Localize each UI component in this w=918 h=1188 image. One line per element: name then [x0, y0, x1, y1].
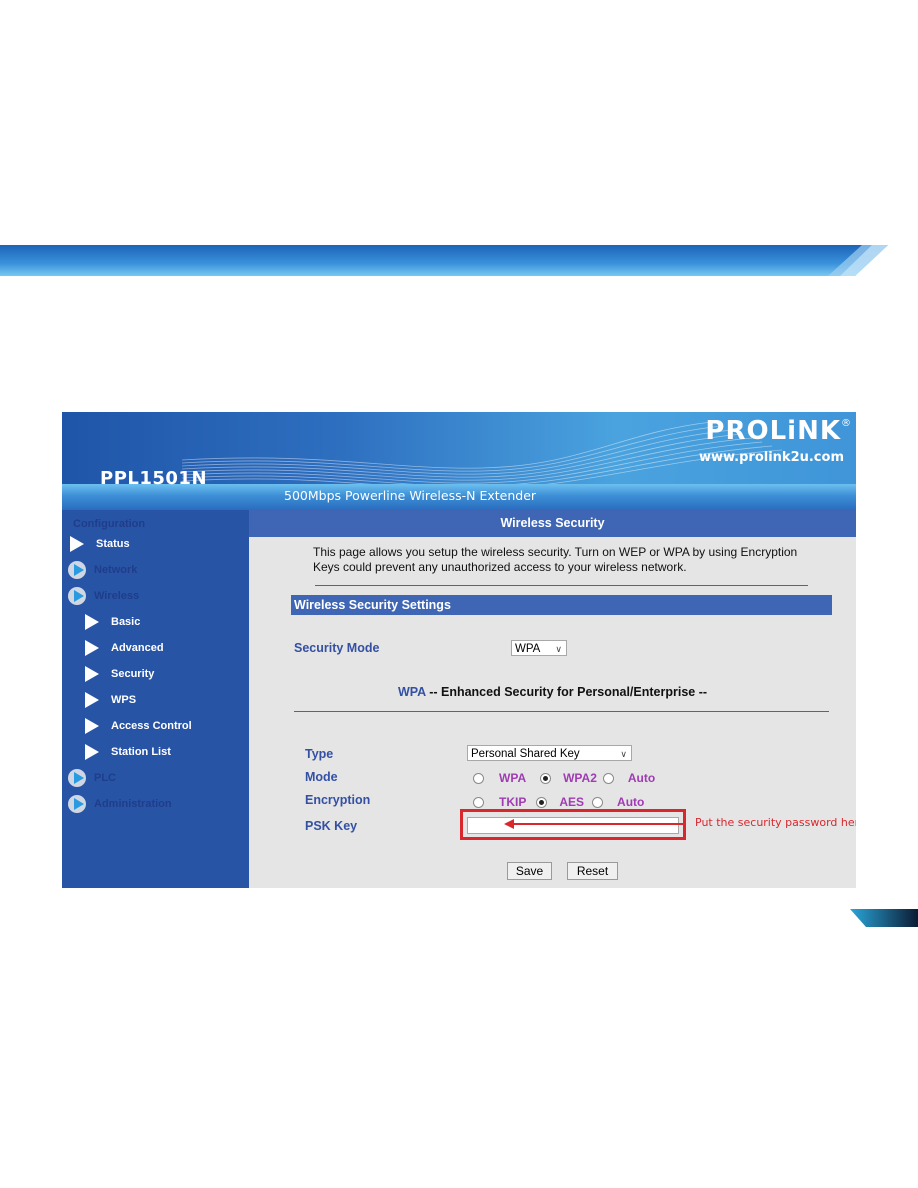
triangle-arrow-icon	[85, 640, 99, 656]
sidebar-item-security[interactable]: Security	[85, 664, 154, 684]
mode-label: Mode	[305, 770, 338, 784]
section-title: Wireless Security Settings	[291, 595, 832, 615]
sidebar-item-label: Basic	[111, 616, 141, 628]
type-label: Type	[305, 747, 334, 761]
sidebar-item-label: Advanced	[111, 642, 164, 654]
triangle-arrow-icon	[85, 744, 99, 760]
encryption-radio-group: TKIP AES Auto	[473, 795, 644, 809]
product-tagline: 500Mbps Powerline Wireless-N Extender	[284, 488, 537, 503]
encryption-label: Encryption	[305, 793, 371, 807]
mode-radio-wpa[interactable]	[473, 772, 484, 784]
encryption-option-label: TKIP	[499, 795, 527, 809]
mode-radio-group: WPA WPA2 Auto	[473, 771, 655, 785]
chevron-down-icon: ∨	[620, 749, 627, 759]
sidebar-item-label: Station List	[111, 746, 171, 758]
page-corner-tab	[850, 909, 918, 927]
sidebar-item-wireless[interactable]: Wireless	[68, 586, 139, 606]
sidebar-section-configuration: Configuration	[73, 518, 146, 530]
sidebar-item-station-list[interactable]: Station List	[85, 742, 171, 762]
circle-arrow-icon	[68, 769, 86, 787]
sidebar-item-status[interactable]: Status	[70, 534, 130, 554]
sidebar-item-label: Network	[94, 564, 138, 576]
sidebar-item-label: Access Control	[111, 720, 192, 732]
encryption-radio-auto[interactable]	[592, 796, 604, 808]
sidebar: Configuration Status Network Wireless Ba…	[62, 510, 249, 888]
circle-arrow-icon	[68, 587, 86, 605]
encryption-radio-tkip[interactable]	[473, 796, 484, 808]
reset-button[interactable]: Reset	[567, 862, 618, 880]
triangle-arrow-icon	[70, 536, 84, 552]
circle-arrow-icon	[68, 561, 86, 579]
registered-mark: ®	[841, 418, 852, 429]
divider	[294, 711, 829, 712]
save-button[interactable]: Save	[507, 862, 552, 880]
triangle-arrow-icon	[85, 692, 99, 708]
sidebar-item-label: Status	[96, 538, 130, 550]
encryption-option-label: AES	[559, 795, 585, 809]
sidebar-item-label: WPS	[111, 694, 137, 706]
page-description: This page allows you setup the wireless …	[313, 545, 798, 574]
mode-option-label: Auto	[627, 771, 656, 785]
security-mode-value: WPA	[515, 643, 541, 655]
mode-radio-wpa2[interactable]	[540, 772, 552, 784]
sidebar-item-label: Wireless	[94, 590, 140, 602]
circle-arrow-icon	[68, 795, 86, 813]
mode-radio-auto[interactable]	[602, 772, 614, 784]
top-decorative-banner	[0, 245, 888, 276]
security-mode-select[interactable]: WPA ∨	[511, 640, 567, 656]
divider	[315, 585, 808, 586]
annotation-text: Put the security password here	[695, 816, 856, 829]
subheading-text: -- Enhanced Security for Personal/Enterp…	[425, 685, 708, 699]
page-title: Wireless Security	[249, 510, 856, 537]
type-value: Personal Shared Key	[471, 748, 580, 760]
triangle-arrow-icon	[85, 666, 99, 682]
brand-url: www.prolink2u.com	[698, 450, 844, 465]
chevron-down-icon: ∨	[555, 644, 562, 654]
triangle-arrow-icon	[85, 718, 99, 734]
main-content: Wireless Security This page allows you s…	[249, 510, 856, 888]
sidebar-item-wps[interactable]: WPS	[85, 690, 136, 710]
arrow-left-icon	[504, 819, 514, 829]
sidebar-item-advanced[interactable]: Advanced	[85, 638, 164, 658]
encryption-option-label: Auto	[617, 795, 645, 809]
encryption-radio-aes[interactable]	[536, 796, 548, 808]
psk-key-label: PSK Key	[305, 819, 358, 833]
type-select[interactable]: Personal Shared Key ∨	[467, 745, 632, 761]
brand-logo: PROLiNK®	[705, 416, 852, 446]
subheading-prefix: WPA	[397, 685, 426, 699]
security-mode-label: Security Mode	[294, 641, 380, 655]
brand-name: PROLiNK	[705, 416, 841, 446]
sidebar-item-basic[interactable]: Basic	[85, 612, 140, 632]
annotation-arrow-line	[509, 823, 684, 825]
mode-option-label: WPA2	[563, 771, 597, 785]
sidebar-item-plc[interactable]: PLC	[68, 768, 116, 788]
model-name: PPL1501N	[100, 468, 208, 489]
sidebar-item-label: Security	[111, 668, 155, 680]
sidebar-item-label: PLC	[94, 772, 116, 784]
sidebar-item-label: Administration	[94, 798, 172, 810]
triangle-arrow-icon	[85, 614, 99, 630]
wpa-subheading: WPA -- Enhanced Security for Personal/En…	[249, 685, 856, 699]
mode-option-label: WPA	[499, 771, 527, 785]
sidebar-item-access-control[interactable]: Access Control	[85, 716, 192, 736]
router-header: PPL1501N 500Mbps Powerline Wireless-N Ex…	[62, 412, 856, 510]
router-admin-screenshot: PPL1501N 500Mbps Powerline Wireless-N Ex…	[62, 412, 856, 888]
sidebar-item-administration[interactable]: Administration	[68, 794, 172, 814]
sidebar-item-network[interactable]: Network	[68, 560, 137, 580]
